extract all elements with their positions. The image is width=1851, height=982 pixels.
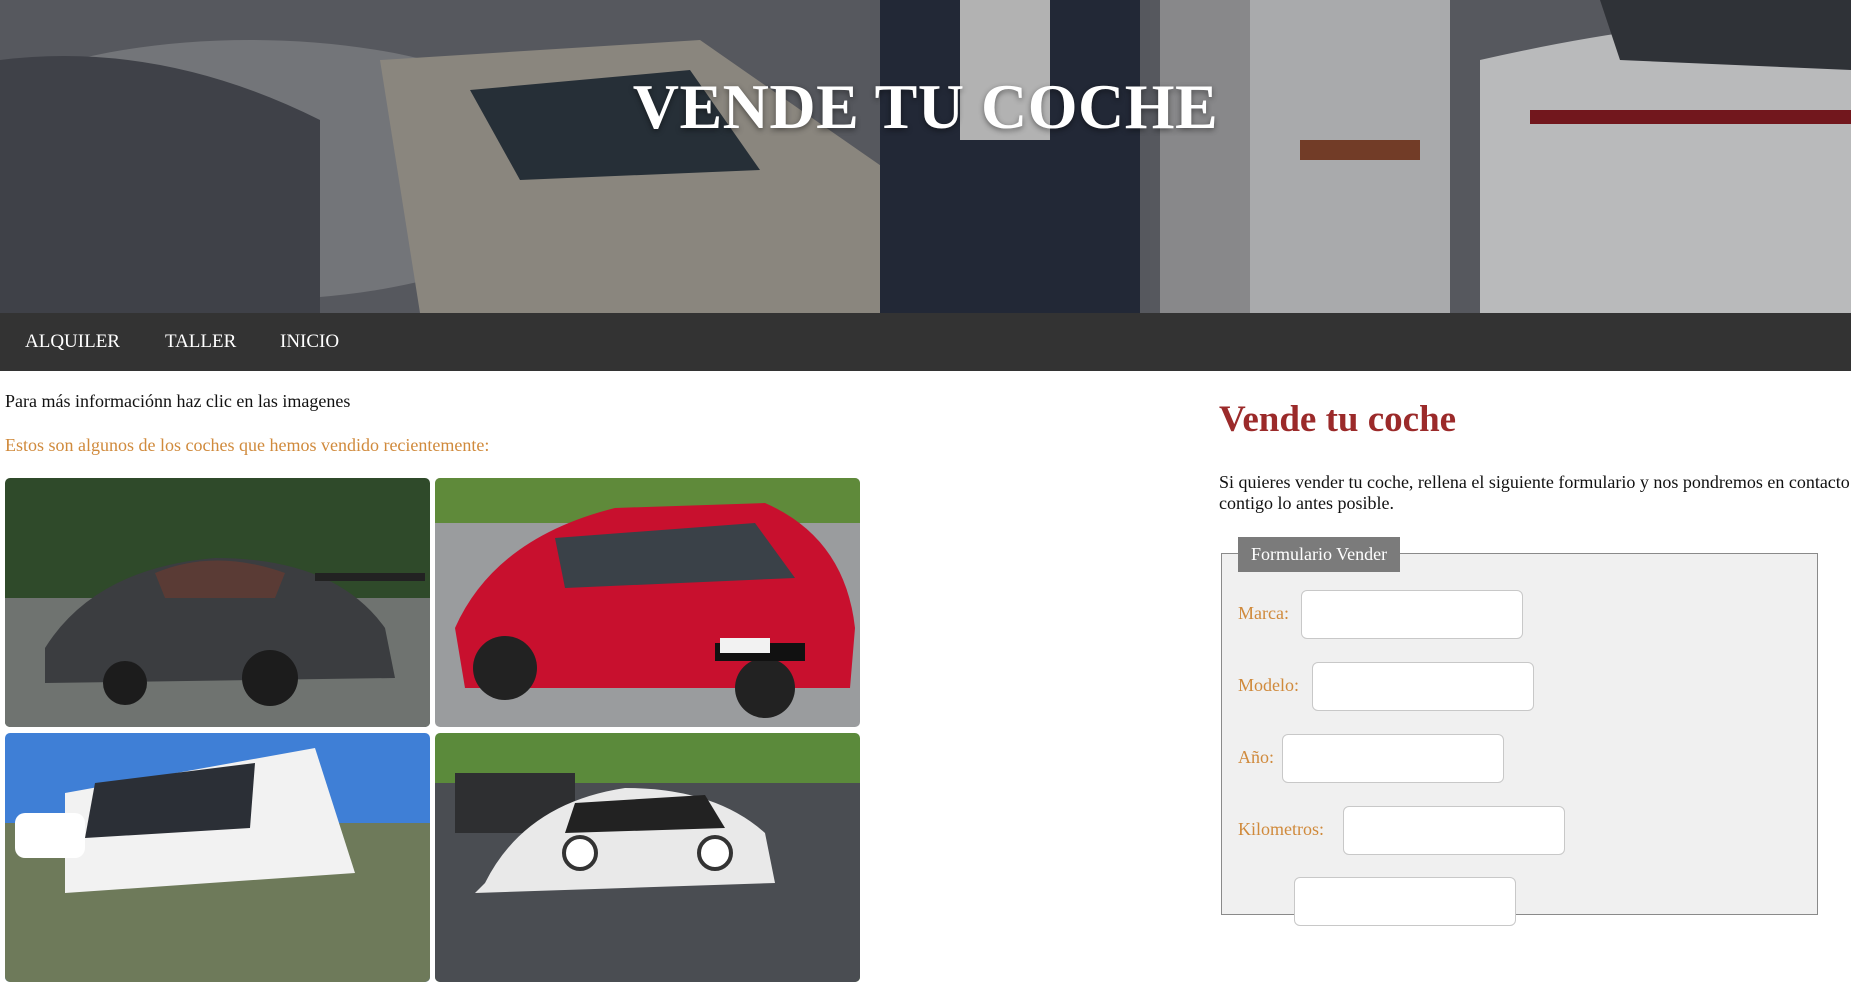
grey-sports-car-photo [5,478,430,727]
car-image-4[interactable] [435,733,860,982]
car-image-2[interactable] [435,478,860,727]
form-input-5[interactable] [1294,877,1516,926]
nav-link-taller[interactable]: TALLER [165,313,236,371]
marca-label: Marca: [1238,603,1289,623]
ano-label: Año: [1238,747,1274,767]
sold-cars-heading: Estos son algunos de los coches que hemo… [5,435,490,455]
modelo-label: Modelo: [1238,675,1299,695]
hero-background-image [0,0,1851,313]
form-description: Si quieres vender tu coche, rellena el s… [1219,472,1850,513]
form-legend: Formulario Vender [1238,537,1401,572]
hero-title: VENDE TU COCHE [632,71,1219,142]
top-nav: ALQUILER TALLER INICIO [0,313,1851,371]
white-mini-photo [435,733,860,982]
nav-link-inicio[interactable]: INICIO [280,313,339,371]
car-image-3[interactable] [5,733,430,982]
kilometros-input[interactable] [1343,806,1565,855]
modelo-input[interactable] [1312,662,1534,711]
kilometros-label: Kilometros: [1238,819,1324,839]
white-van-photo [5,733,430,982]
marca-input[interactable] [1301,590,1523,639]
red-sedan-photo [435,478,860,727]
info-text: Para más informaciónn haz clic en las im… [5,391,351,411]
car-image-1[interactable] [5,478,430,727]
nav-link-alquiler[interactable]: ALQUILER [25,313,120,371]
hero-banner: VENDE TU COCHE [0,0,1851,313]
ano-input[interactable] [1282,734,1504,783]
form-title: Vende tu coche [1219,399,1457,440]
